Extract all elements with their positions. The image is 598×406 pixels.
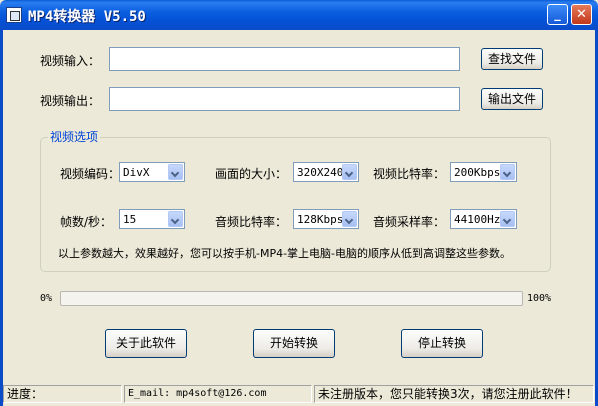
sample-rate-value: 44100Hz [454,213,501,226]
fps-label: 帧数/秒： [60,215,113,229]
about-button[interactable]: 关于此软件 [105,329,187,358]
progress-end-label: 100% [527,293,552,304]
options-hint: 以上参数越大，效果越好，您可以按手机-MP4-掌上电脑-电脑的顺序从低到高调整这… [58,247,512,260]
video-codec-label: 视频编码： [60,167,121,181]
video-bitrate-value: 200Kbps [454,166,501,179]
fps-select[interactable]: 15 [119,209,185,229]
video-codec-select[interactable]: DivX [119,162,185,182]
find-file-button[interactable]: 查找文件 [481,48,543,70]
chevron-down-icon[interactable] [168,211,183,227]
video-output-field[interactable] [109,87,460,111]
status-progress: 进度： [3,385,122,403]
audio-bitrate-label: 音频比特率： [215,215,288,229]
video-codec-value: DivX [123,166,150,179]
frame-size-select[interactable]: 320X240 [293,162,359,182]
app-window-icon[interactable] [6,7,22,23]
audio-bitrate-select[interactable]: 128Kbps [293,209,359,229]
video-output-label: 视频输出： [40,94,101,108]
window-title: MP4转换器 V5.50 [28,9,146,25]
close-button[interactable]: ✕ [571,4,592,25]
output-file-button[interactable]: 输出文件 [481,88,543,110]
status-notice: 未注册版本，您只能转换3次，请您注册此软件！ [314,385,594,403]
video-options-title: 视频选项 [48,128,101,145]
frame-size-label: 画面的大小： [215,167,288,181]
chevron-down-icon[interactable] [500,164,515,180]
status-email: E_mail: mp4soft@126.com [124,385,312,403]
fps-value: 15 [123,213,137,226]
video-input-label: 视频输入： [40,54,101,68]
frame-size-value: 320X240 [297,166,344,179]
minimize-button[interactable]: _ [547,4,568,25]
video-input-field[interactable] [109,47,460,71]
chevron-down-icon[interactable] [342,164,357,180]
title-bar[interactable]: MP4转换器 V5.50 _ ✕ [0,0,598,30]
start-convert-button[interactable]: 开始转换 [253,329,335,358]
chevron-down-icon[interactable] [500,211,515,227]
audio-bitrate-value: 128Kbps [297,213,344,226]
chevron-down-icon[interactable] [342,211,357,227]
sample-rate-select[interactable]: 44100Hz [450,209,517,229]
video-bitrate-label: 视频比特率： [373,167,446,181]
progress-start-label: 0% [40,293,53,304]
window-border-left [0,30,3,406]
stop-convert-button[interactable]: 停止转换 [401,329,483,358]
conversion-progress-bar [60,291,523,306]
video-bitrate-select[interactable]: 200Kbps [450,162,517,182]
chevron-down-icon[interactable] [168,164,183,180]
sample-rate-label: 音频采样率： [373,215,446,229]
